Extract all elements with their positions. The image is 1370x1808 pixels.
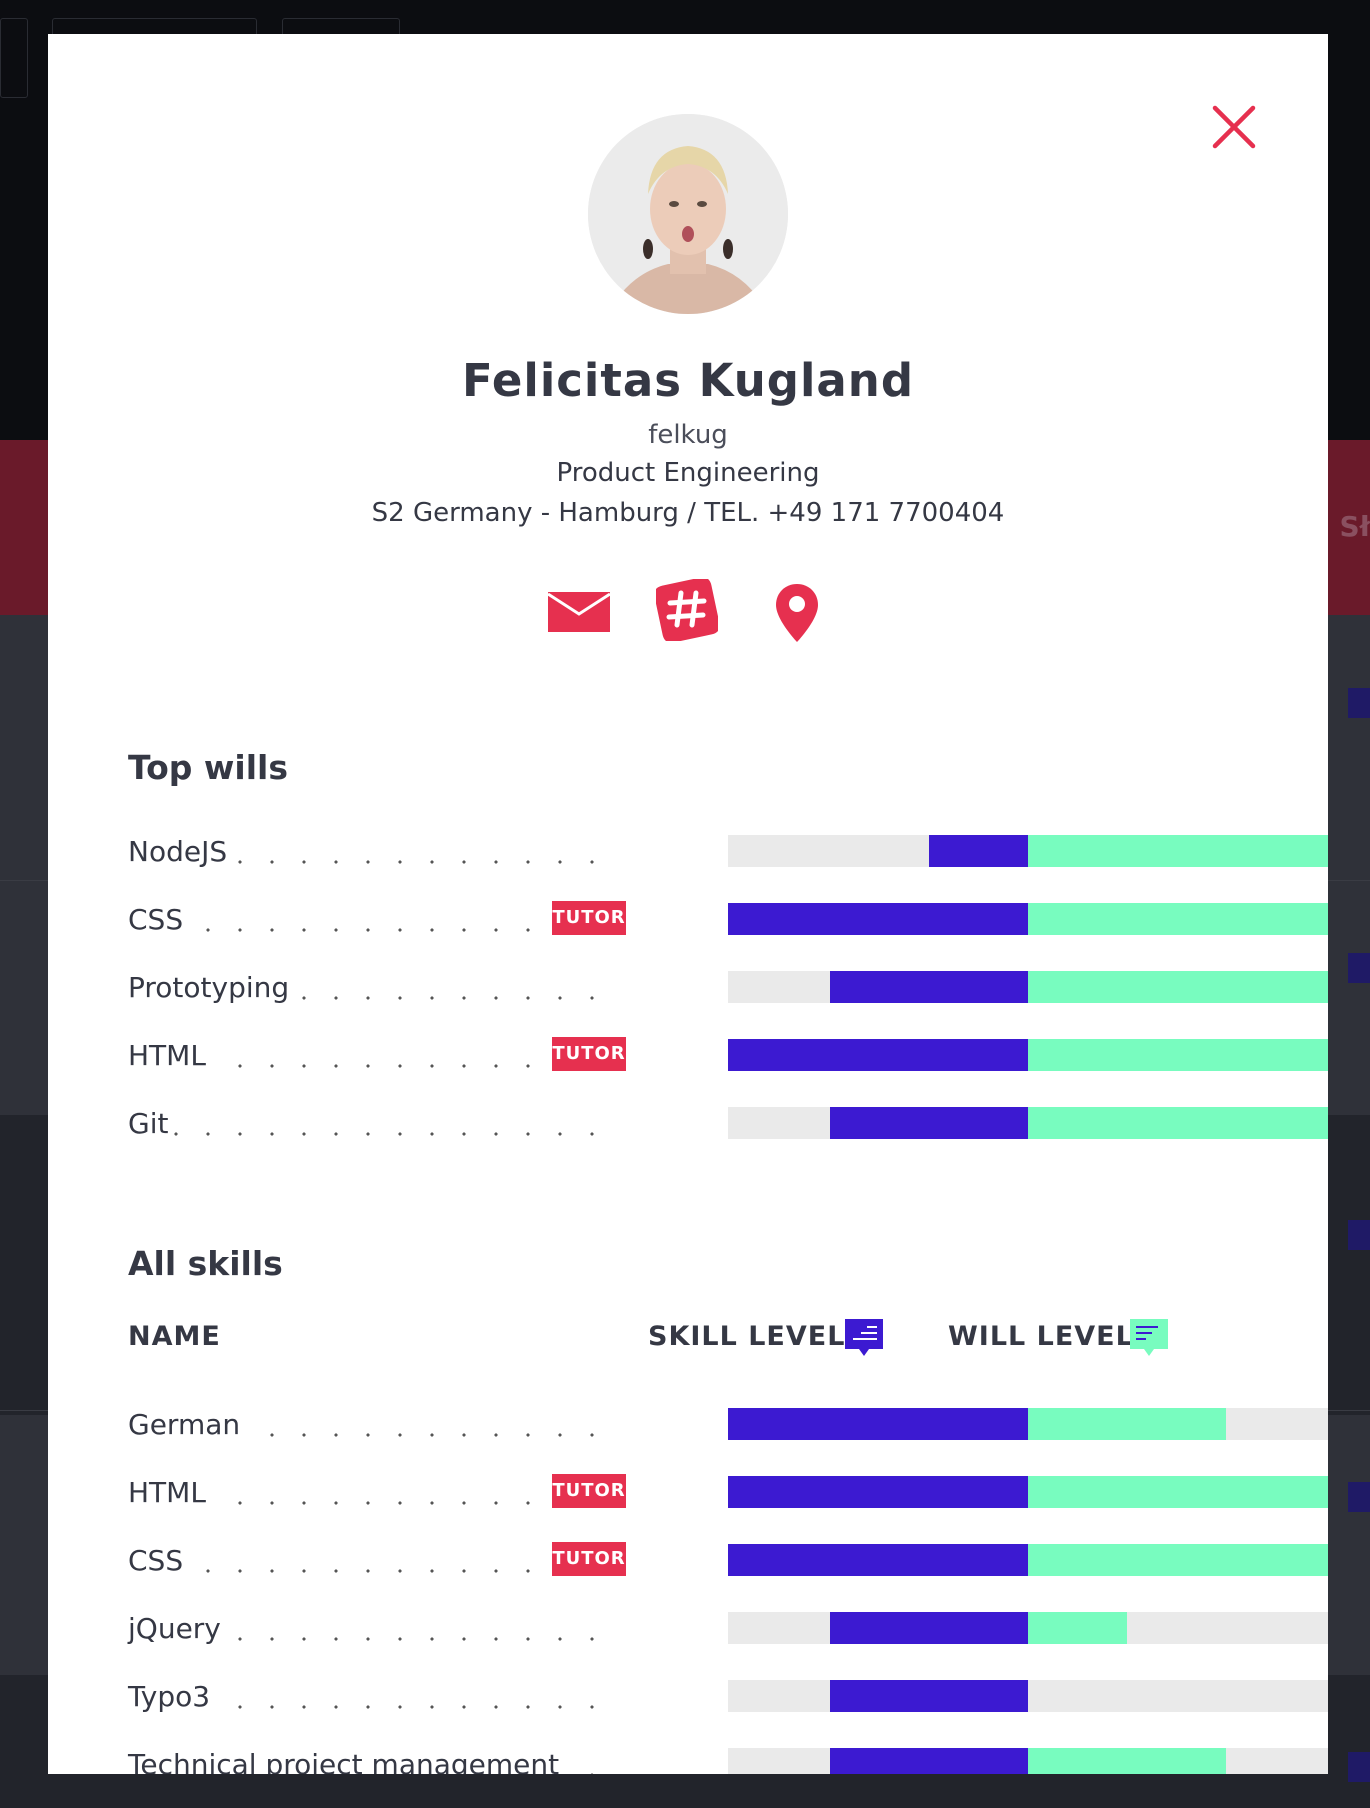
dot-leader xyxy=(128,1131,598,1137)
skill-level-fill xyxy=(830,1107,1028,1139)
skill-row[interactable]: CSS TUTOR xyxy=(128,901,1328,943)
profile-handle: felkug xyxy=(648,420,728,450)
skill-name: NodeJS xyxy=(128,835,234,868)
skill-level-fill xyxy=(728,1408,1028,1440)
skill-level-fill xyxy=(929,835,1028,867)
skill-will-bar xyxy=(728,1612,1328,1644)
skill-name: HTML xyxy=(128,1476,212,1509)
skill-level-fill xyxy=(830,971,1028,1003)
profile-modal: Felicitas Kugland felkug Product Enginee… xyxy=(48,34,1328,1774)
profile-location-phone: S2 Germany - Hamburg / TEL. +49 171 7700… xyxy=(371,498,1005,528)
location-button[interactable] xyxy=(774,582,820,648)
skill-will-bar xyxy=(728,903,1328,935)
skill-sort-button[interactable] xyxy=(845,1319,883,1361)
skill-row[interactable]: CSS TUTOR xyxy=(128,1542,1328,1584)
skill-will-bar xyxy=(728,971,1328,1003)
skill-will-bar xyxy=(728,1544,1328,1576)
skill-level-fill xyxy=(728,1039,1028,1071)
map-pin-icon xyxy=(776,584,818,642)
skill-will-bar xyxy=(728,1748,1328,1774)
skill-name: jQuery xyxy=(128,1612,227,1645)
email-button[interactable] xyxy=(547,590,611,638)
will-level-fill xyxy=(1028,1748,1226,1774)
skill-will-bar xyxy=(728,1107,1328,1139)
skill-will-bar xyxy=(728,835,1328,867)
profile-department: Product Engineering xyxy=(556,458,820,488)
tutor-badge: TUTOR xyxy=(552,901,626,935)
skill-name: CSS xyxy=(128,903,190,936)
skill-row[interactable]: HTML TUTOR xyxy=(128,1037,1328,1079)
background-marker xyxy=(1348,1220,1370,1250)
will-level-fill xyxy=(1028,1107,1328,1139)
dot-leader xyxy=(128,927,548,933)
skill-name: Typo3 xyxy=(128,1680,217,1713)
tutor-badge: TUTOR xyxy=(552,1037,626,1071)
will-level-fill xyxy=(1028,1476,1328,1508)
skill-will-bar xyxy=(728,1680,1328,1712)
skill-row[interactable]: Typo3 xyxy=(128,1680,1328,1720)
background-marker xyxy=(1348,688,1370,718)
sort-skill-icon xyxy=(845,1319,883,1356)
will-level-fill xyxy=(1028,1612,1127,1644)
avatar-photo-icon xyxy=(588,114,788,314)
skill-row[interactable]: Technical project management xyxy=(128,1748,1328,1774)
skill-level-fill xyxy=(830,1748,1028,1774)
background-marker xyxy=(1348,1752,1370,1782)
will-level-fill xyxy=(1028,835,1328,867)
skill-name: Git xyxy=(128,1107,175,1140)
avatar xyxy=(588,114,788,314)
slack-icon xyxy=(654,577,720,643)
all-skills-heading: All skills xyxy=(128,1244,283,1283)
slack-button[interactable] xyxy=(654,577,720,645)
skill-name: HTML xyxy=(128,1039,212,1072)
profile-name: Felicitas Kugland xyxy=(461,354,915,407)
skill-level-fill xyxy=(830,1612,1028,1644)
background-marker xyxy=(1348,953,1370,983)
will-level-fill xyxy=(1028,1039,1328,1071)
skill-level-fill xyxy=(728,1476,1028,1508)
name-column-header[interactable]: NAME xyxy=(128,1321,221,1352)
will-level-fill xyxy=(1028,1408,1226,1440)
will-sort-button[interactable] xyxy=(1130,1319,1168,1361)
skill-row[interactable]: German xyxy=(128,1408,1328,1448)
skill-name: Prototyping xyxy=(128,971,296,1004)
close-icon xyxy=(1212,105,1256,149)
will-level-fill xyxy=(1028,1544,1328,1576)
tutor-badge: TUTOR xyxy=(552,1542,626,1576)
skill-row[interactable]: Git xyxy=(128,1107,1328,1147)
skill-name: German xyxy=(128,1408,247,1441)
will-level-column-header[interactable]: WILL LEVEL xyxy=(948,1321,1134,1352)
skill-row[interactable]: Prototyping xyxy=(128,971,1328,1011)
skill-will-bar xyxy=(728,1039,1328,1071)
skill-name: CSS xyxy=(128,1544,190,1577)
dot-leader xyxy=(128,1568,548,1574)
will-level-fill xyxy=(1028,903,1328,935)
mail-icon xyxy=(547,592,611,632)
top-wills-heading: Top wills xyxy=(128,748,288,787)
skill-will-bar xyxy=(728,1408,1328,1440)
skill-will-bar xyxy=(728,1476,1328,1508)
background-marker xyxy=(1348,1482,1370,1512)
skill-name: Technical project management xyxy=(128,1748,566,1774)
skill-level-fill xyxy=(728,903,1028,935)
skill-level-fill xyxy=(830,1680,1028,1712)
background-button xyxy=(0,18,28,98)
will-level-fill xyxy=(1028,971,1328,1003)
tutor-badge: TUTOR xyxy=(552,1474,626,1508)
close-button[interactable] xyxy=(1211,104,1257,150)
skill-level-fill xyxy=(728,1544,1028,1576)
skill-level-column-header[interactable]: SKILL LEVEL xyxy=(648,1321,845,1352)
background-banner-text: Sł xyxy=(1339,510,1370,543)
sort-will-icon xyxy=(1130,1319,1168,1356)
skill-row[interactable]: jQuery xyxy=(128,1612,1328,1652)
skill-row[interactable]: HTML TUTOR xyxy=(128,1474,1328,1516)
skill-row[interactable]: NodeJS xyxy=(128,835,1328,875)
